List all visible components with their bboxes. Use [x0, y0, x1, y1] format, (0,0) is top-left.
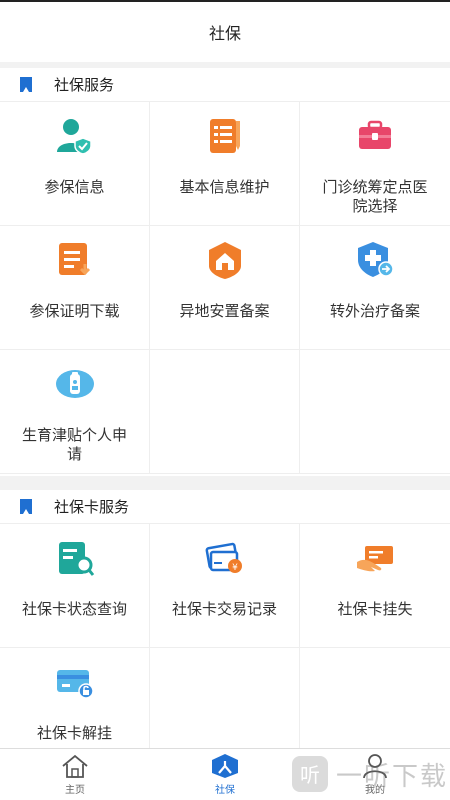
service-label: 门诊统筹定点医院选择 [322, 178, 428, 215]
profile-icon [363, 754, 387, 779]
empty-cell [150, 350, 300, 474]
empty-cell [150, 648, 300, 748]
medical-kit-icon [355, 116, 395, 156]
service-relocation-filing[interactable]: 异地安置备案 [150, 226, 300, 350]
service-label: 社保卡解挂 [36, 724, 112, 742]
service-maternity-allowance[interactable]: 生育津贴个人申请 [0, 350, 150, 474]
document-download-icon [55, 240, 95, 280]
section-title: 社保服务 [54, 76, 115, 94]
service-external-treatment-filing[interactable]: 转外治疗备案 [300, 226, 450, 350]
service-label: 转外治疗备案 [329, 302, 420, 320]
svg-text:¥: ¥ [232, 563, 238, 573]
service-label: 参保证明下载 [29, 302, 120, 320]
card-services-grid: 社保卡状态查询 ¥ 社保卡交易记录 社保卡挂失 社保卡解挂 [0, 524, 450, 748]
tab-profile[interactable]: 我的 [300, 749, 450, 800]
service-label: 社保卡挂失 [337, 600, 413, 618]
tab-label: 社保 [215, 785, 235, 796]
top-app-bar: 社保 [0, 0, 450, 62]
medical-transfer-icon [355, 240, 395, 280]
tab-label: 主页 [65, 785, 85, 796]
service-insurance-info[interactable]: 参保信息 [0, 102, 150, 226]
tab-home[interactable]: 主页 [0, 749, 150, 800]
service-label: 异地安置备案 [179, 302, 270, 320]
card-report-loss-icon [355, 538, 395, 578]
service-basic-info-maintenance[interactable]: 基本信息维护 [150, 102, 300, 226]
section-header: 社保卡服务 [0, 490, 450, 524]
bookmark-icon [20, 499, 32, 514]
bookmark-icon [20, 77, 32, 92]
person-shield-icon [55, 116, 95, 156]
service-card-status-query[interactable]: 社保卡状态查询 [0, 524, 150, 648]
service-certificate-download[interactable]: 参保证明下载 [0, 226, 150, 350]
tab-label: 我的 [365, 785, 385, 796]
service-label: 生育津贴个人申请 [21, 426, 127, 463]
home-icon [62, 754, 88, 778]
document-edit-icon [205, 116, 245, 156]
section-title: 社保卡服务 [54, 498, 130, 516]
service-label: 社保卡交易记录 [171, 600, 277, 618]
service-card-unlock[interactable]: 社保卡解挂 [0, 648, 150, 748]
social-services-section: 社保服务 参保信息 基本信息维护 门诊统筹定点医院选择 参保证明下载 异地安置备… [0, 68, 450, 476]
service-card-transaction-record[interactable]: ¥ 社保卡交易记录 [150, 524, 300, 648]
section-header: 社保服务 [0, 68, 450, 102]
empty-cell [300, 648, 450, 748]
page-title: 社保 [208, 24, 241, 43]
card-unlock-icon [55, 662, 95, 702]
card-yen-icon: ¥ [205, 538, 245, 578]
services-grid: 参保信息 基本信息维护 门诊统筹定点医院选择 参保证明下载 异地安置备案 转外治… [0, 102, 450, 474]
service-label: 基本信息维护 [179, 178, 270, 196]
service-card-report-loss[interactable]: 社保卡挂失 [300, 524, 450, 648]
service-label: 参保信息 [44, 178, 105, 196]
house-icon [205, 240, 245, 280]
social-security-icon [212, 754, 238, 778]
service-outpatient-hospital-selection[interactable]: 门诊统筹定点医院选择 [300, 102, 450, 226]
bottom-tab-bar: 主页 社保 我的 [0, 748, 450, 800]
service-label: 社保卡状态查询 [21, 600, 127, 618]
card-services-section: 社保卡服务 社保卡状态查询 ¥ 社保卡交易记录 社保卡挂失 社保卡解挂 [0, 490, 450, 748]
tab-social-security[interactable]: 社保 [150, 749, 300, 800]
baby-bottle-icon [55, 364, 95, 404]
empty-cell [300, 350, 450, 474]
card-search-icon [55, 538, 95, 578]
